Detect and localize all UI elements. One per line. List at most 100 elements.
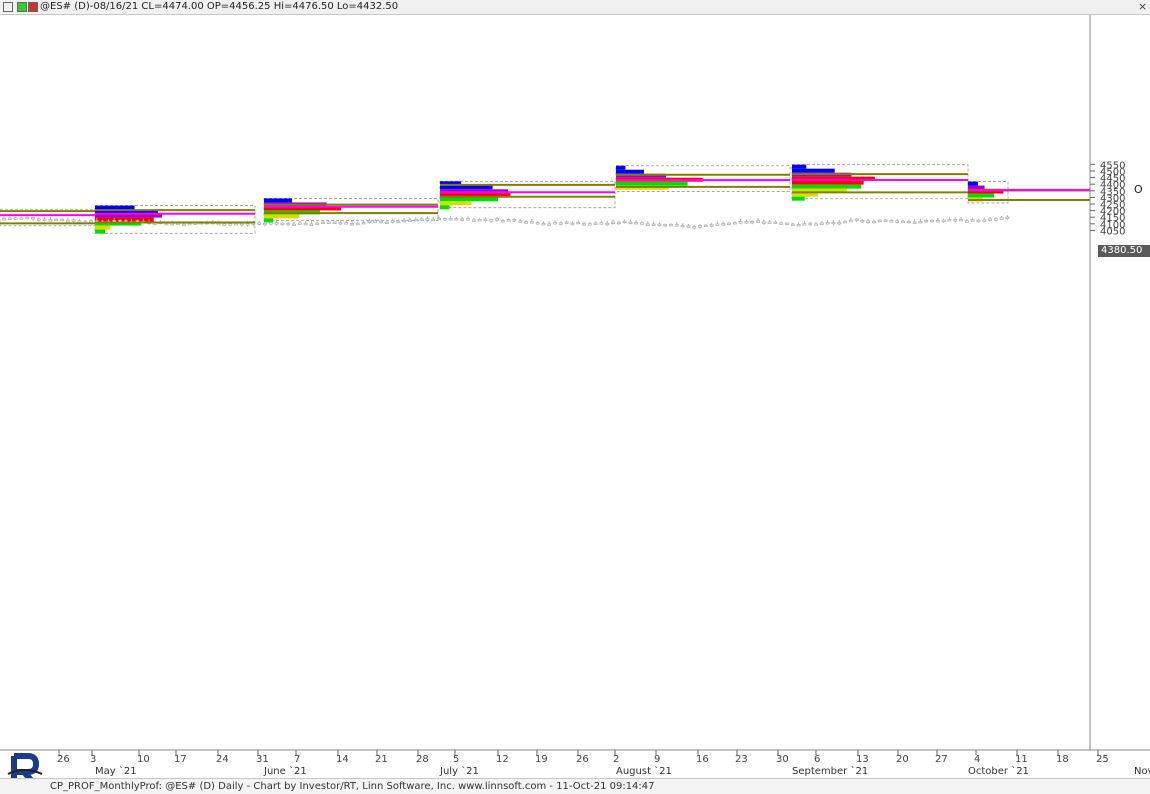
candle-body <box>906 220 911 224</box>
candle-body <box>674 224 679 227</box>
candle-body <box>744 221 749 224</box>
candle-body <box>535 222 540 225</box>
candle-body <box>13 217 18 220</box>
x-tick-label: 28 <box>416 754 429 765</box>
candle-body <box>60 218 64 222</box>
candle-body <box>396 220 401 224</box>
footer-text: CP_PROF_MonthlyProf: @ES# (D) Daily - Ch… <box>50 781 655 792</box>
candle-body <box>187 222 192 226</box>
candle-body <box>42 218 47 221</box>
profile-row <box>95 225 111 230</box>
profile-row <box>440 205 450 210</box>
candle-body <box>988 218 992 221</box>
candle-body <box>848 219 853 223</box>
candle-body <box>558 222 563 225</box>
profile-row <box>616 169 644 174</box>
candle-body <box>413 218 418 222</box>
profile-row <box>792 196 805 201</box>
candle-body <box>54 218 59 222</box>
x-tick-label: 18 <box>1056 754 1069 765</box>
red-square-icon[interactable] <box>28 2 38 12</box>
candle-body <box>367 220 372 223</box>
x-tick-label: 16 <box>696 754 709 765</box>
candle-body <box>930 219 934 223</box>
candle-body <box>692 226 697 229</box>
candle-body <box>524 221 528 224</box>
candle-body <box>738 221 743 224</box>
x-tick-label: 23 <box>735 754 748 765</box>
candle-body <box>71 219 76 222</box>
candle-body <box>228 223 233 226</box>
x-tick-label: 21 <box>375 754 388 765</box>
x-tick-label: 31 <box>256 754 269 765</box>
candle-body <box>460 218 465 221</box>
candle-body <box>790 223 795 226</box>
candle-body <box>7 217 12 220</box>
candle-body <box>344 222 349 225</box>
candle-body <box>512 219 517 222</box>
profile-row <box>968 193 995 198</box>
x-tick-label: 26 <box>576 754 589 765</box>
x-tick-label: 3 <box>90 754 96 765</box>
candle-body <box>274 222 279 225</box>
candle-body <box>645 223 650 226</box>
candle-body <box>2 218 6 221</box>
candle-body <box>77 220 82 223</box>
candle-body <box>431 218 436 222</box>
candle-body <box>576 221 581 225</box>
candle-body <box>321 221 325 225</box>
close-icon[interactable] <box>3 2 13 12</box>
candle-body <box>715 223 720 226</box>
candle-body <box>402 219 407 223</box>
candle-body <box>25 216 30 220</box>
month-label: October `21 <box>968 765 1029 777</box>
candle-body <box>918 221 923 224</box>
x-tick-label: 14 <box>336 754 349 765</box>
window-close-icon[interactable]: × <box>1138 0 1147 14</box>
candle-body <box>19 217 24 220</box>
candle-body <box>384 221 389 225</box>
market-profile-chart[interactable]: 4050410041504200425043004350440044504500… <box>0 15 1150 777</box>
candle-body <box>280 222 285 226</box>
profile-row <box>264 218 274 223</box>
profile-row <box>264 198 293 203</box>
candle-body <box>964 220 969 223</box>
x-tick-label: 6 <box>814 754 820 765</box>
candle-body <box>761 221 766 224</box>
candle-body <box>570 222 575 226</box>
profile-row <box>95 229 106 234</box>
candle-body <box>912 221 917 224</box>
candle-body <box>477 219 482 222</box>
candle-body <box>651 223 656 226</box>
candle-body <box>1005 216 1010 219</box>
candle-body <box>773 221 778 225</box>
green-square-icon[interactable] <box>17 2 27 12</box>
candle-body <box>257 222 262 225</box>
x-tick-label: 12 <box>496 754 509 765</box>
candle-body <box>877 219 882 223</box>
profile-row <box>792 164 807 169</box>
candle-body <box>976 219 981 223</box>
candle-body <box>640 222 644 225</box>
candle-body <box>953 219 958 222</box>
candle-body <box>970 219 975 222</box>
candle-body <box>326 221 331 224</box>
profile-row <box>440 197 498 202</box>
candle-body <box>48 219 53 222</box>
candle-body <box>593 222 598 225</box>
profile-row <box>616 181 688 186</box>
candle-body <box>947 218 952 222</box>
profile-row <box>616 165 626 170</box>
candle-body <box>222 223 227 226</box>
candle-body <box>680 224 685 228</box>
candle-body <box>703 224 708 228</box>
candle-body <box>663 223 668 227</box>
candle-body <box>518 220 523 223</box>
candle-body <box>408 219 412 223</box>
options-corner-label[interactable]: O <box>1134 183 1143 196</box>
candle-body <box>216 222 221 226</box>
candle-body <box>547 223 552 226</box>
candle-body <box>686 225 691 228</box>
profile-row <box>440 201 472 206</box>
candle-body <box>785 222 789 226</box>
